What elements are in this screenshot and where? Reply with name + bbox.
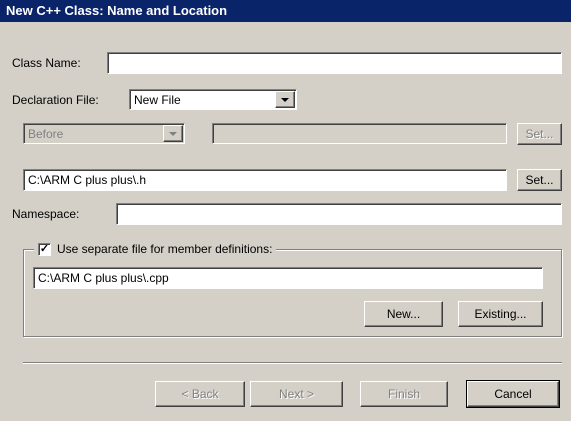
declaration-dropdown-button[interactable] [275, 91, 295, 108]
insert-target-input[interactable] [212, 123, 507, 144]
insert-set-button[interactable]: Set... [517, 123, 562, 145]
cancel-button[interactable]: Cancel [466, 380, 560, 408]
window-title: New C++ Class: Name and Location [0, 0, 571, 22]
namespace-input[interactable] [116, 203, 562, 225]
back-button[interactable]: < Back [155, 381, 245, 407]
header-file-set-button[interactable]: Set... [517, 169, 562, 191]
class-name-label: Class Name: [12, 56, 81, 70]
next-button[interactable]: Next > [250, 381, 343, 407]
checkmark-icon: ✓ [39, 242, 50, 255]
member-definitions-path-input[interactable]: C:\ARM C plus plus\.cpp [33, 267, 543, 289]
header-file-input[interactable]: C:\ARM C plus plus\.h [23, 169, 507, 191]
position-dropdown-button[interactable] [163, 125, 183, 142]
separate-file-label: Use separate file for member definitions… [57, 242, 273, 256]
declaration-file-value: New File [134, 93, 181, 107]
namespace-label: Namespace: [12, 207, 80, 221]
chevron-down-icon [169, 131, 177, 136]
separate-file-checkbox[interactable]: ✓ [38, 242, 51, 256]
existing-file-button[interactable]: Existing... [458, 301, 543, 327]
position-value: Before [28, 127, 64, 141]
position-select[interactable]: Before [23, 123, 185, 144]
declaration-file-select[interactable]: New File [129, 89, 297, 110]
new-file-button[interactable]: New... [364, 301, 443, 327]
chevron-down-icon [281, 97, 289, 102]
member-definitions-legend: ✓ Use separate file for member definitio… [34, 241, 277, 257]
footer-separator [23, 362, 562, 364]
class-name-input[interactable] [107, 52, 562, 74]
declaration-file-label: Declaration File: [12, 93, 99, 107]
finish-button[interactable]: Finish [360, 381, 448, 407]
